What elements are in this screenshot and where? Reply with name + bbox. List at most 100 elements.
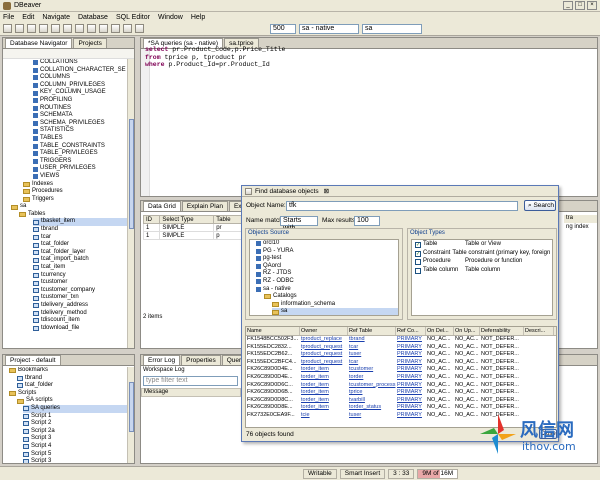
maximize-button[interactable]: □	[575, 1, 585, 10]
result-column-header[interactable]: Name	[246, 327, 300, 335]
result-cell[interactable]: torder_item	[300, 374, 348, 382]
tree-item[interactable]: tcustomer	[33, 279, 127, 287]
result-cell[interactable]: tproduct_request	[300, 359, 348, 367]
max-rows-input[interactable]: 500	[270, 23, 296, 34]
project-item[interactable]: Script 4	[23, 443, 127, 451]
source-item[interactable]: PG - YURA	[256, 248, 398, 256]
tree-item[interactable]: tbasket_item	[33, 218, 127, 227]
tree-item[interactable]: TABLE_PRIVILEGES	[33, 150, 127, 158]
result-column-header[interactable]: Deferrability	[480, 327, 524, 335]
result-row[interactable]: FK26C89D0D6B... torder_item tprice PRIMARY N…	[246, 389, 556, 397]
tree-item[interactable]: Triggers	[23, 196, 127, 204]
project-scroll-thumb[interactable]	[129, 382, 134, 432]
result-cell[interactable]: PRIMARY	[396, 336, 426, 344]
tab-projects[interactable]: Projects	[73, 38, 107, 48]
result-cell[interactable]: PRIMARY	[396, 389, 426, 397]
result-cell[interactable]: tproduct_replace	[300, 336, 348, 344]
result-column-header[interactable]: Descri...	[524, 327, 554, 335]
result-cell[interactable]: PRIMARY	[396, 344, 426, 352]
result-cell[interactable]: PRIMARY	[396, 397, 426, 405]
result-cell[interactable]: torder	[348, 374, 396, 382]
source-item[interactable]: QAorcl	[256, 263, 398, 271]
result-cell[interactable]: tcar	[348, 344, 396, 352]
result-cell[interactable]: tcie	[300, 412, 348, 420]
result-column-header[interactable]: Owner	[300, 327, 348, 335]
result-cell[interactable]: tcar	[348, 359, 396, 367]
result-cell[interactable]: torder_item	[300, 389, 348, 397]
tree-item[interactable]: tcat_folder	[33, 241, 127, 249]
result-cell[interactable]: torder_item	[300, 397, 348, 405]
tree-item[interactable]: USER_PRIVILEGES	[33, 165, 127, 173]
new-connection-icon[interactable]	[3, 24, 12, 33]
result-row[interactable]: FK1548BCC502F3... tproduct_replace tbrand P…	[246, 336, 556, 344]
menu-help[interactable]: Help	[191, 14, 205, 21]
tree-item[interactable]: tcat_import_batch	[33, 256, 127, 264]
connect-icon[interactable]	[15, 24, 24, 33]
menu-database[interactable]: Database	[78, 14, 108, 21]
result-cell[interactable]: PRIMARY	[396, 382, 426, 390]
object-name-input[interactable]: tfk	[286, 201, 518, 211]
column-header[interactable]: ID	[142, 215, 161, 224]
execute-icon[interactable]	[87, 24, 96, 33]
result-cell[interactable]: torder_item	[300, 366, 348, 374]
commit-icon[interactable]	[51, 24, 60, 33]
result-cell[interactable]: PRIMARY	[396, 412, 426, 420]
result-cell[interactable]: PRIMARY	[396, 351, 426, 359]
result-column-header[interactable]: On Up...	[454, 327, 480, 335]
tree-item[interactable]: ROUTINES	[33, 105, 127, 113]
tab-properties[interactable]: Properties	[181, 355, 221, 365]
tree-item[interactable]: COLUMNS	[33, 74, 127, 82]
navigator-scroll-thumb[interactable]	[129, 119, 134, 229]
project-scrollbar[interactable]	[127, 367, 134, 463]
disconnect-icon[interactable]	[27, 24, 36, 33]
result-cell[interactable]: tbrand	[348, 336, 396, 344]
result-cell[interactable]: tcustomer	[348, 366, 396, 374]
tree-item[interactable]: tcustomer_txn	[33, 294, 127, 302]
tree-item[interactable]: Procedures	[23, 188, 127, 196]
result-cell[interactable]: torder_item	[300, 404, 348, 412]
result-cell[interactable]: tuser	[348, 412, 396, 420]
project-item[interactable]: Script 5	[23, 451, 127, 459]
tree-item[interactable]: tcar	[33, 234, 127, 242]
source-item[interactable]: RZ - JTDS	[256, 270, 398, 278]
menu-window[interactable]: Window	[158, 14, 183, 21]
result-column-header[interactable]: Ref Table	[348, 327, 396, 335]
navigator-scrollbar[interactable]	[127, 59, 134, 348]
close-window-button[interactable]: ×	[587, 1, 597, 10]
source-item[interactable]: pg-test	[256, 255, 398, 263]
result-row[interactable]: FK155EDC2BFC4... tproduct_request tcar PRIM…	[246, 359, 556, 367]
dialog-close-icon[interactable]: ⊠	[324, 187, 329, 195]
name-match-select[interactable]: Starts with	[280, 216, 318, 232]
result-row[interactable]: FK26C89D0D4E... torder_item torder PRIMARY N…	[246, 374, 556, 382]
message-column-header[interactable]: Message	[141, 388, 241, 397]
tree-item[interactable]: tdownload_file	[33, 325, 127, 333]
source-item[interactable]: information_schema	[272, 301, 398, 309]
explain-icon[interactable]	[99, 24, 108, 33]
table-row[interactable]: 1 SIMPLE pr	[142, 223, 243, 232]
result-row[interactable]: FK26C89D0D4E... torder_item tcustomer PRIMA…	[246, 366, 556, 374]
tree-item[interactable]: tcustomer_company	[33, 287, 127, 295]
result-cell[interactable]: PRIMARY	[396, 404, 426, 412]
refresh-icon[interactable]	[39, 24, 48, 33]
source-item[interactable]: RZ - ODBC	[256, 278, 398, 286]
menu-sql-editor[interactable]: SQL Editor	[116, 14, 150, 21]
result-row[interactable]: FK26C89D0D8C... torder_item tvarbill PRIMAR…	[246, 397, 556, 405]
tab-error-log[interactable]: Error Log	[143, 355, 181, 365]
result-column-header[interactable]: Ref Co...	[396, 327, 426, 335]
result-row[interactable]: FK155EDC2832... tproduct_request tcar PRIMA…	[246, 344, 556, 352]
tab-database-navigator[interactable]: Database Navigator	[5, 38, 73, 48]
project-item[interactable]: Script 3	[23, 435, 127, 443]
object-type-row[interactable]: ✓ Table Table or View	[415, 241, 549, 250]
source-item[interactable]: orcl10	[256, 240, 398, 248]
tree-item[interactable]: VIEWS	[33, 173, 127, 181]
tree-item[interactable]: Tables	[19, 211, 127, 219]
object-type-checkbox[interactable]	[415, 259, 421, 266]
result-cell[interactable]: torder_status	[348, 404, 396, 412]
column-header[interactable]: Table	[213, 215, 243, 224]
tree-item[interactable]: KEY_COLUMN_USAGE	[33, 89, 127, 97]
project-item[interactable]: Bookmarks	[9, 367, 127, 375]
tree-item[interactable]: PROFILING	[33, 97, 127, 105]
rollback-icon[interactable]	[63, 24, 72, 33]
back-icon[interactable]	[123, 24, 132, 33]
object-type-row[interactable]: Table column Table column	[415, 267, 549, 276]
